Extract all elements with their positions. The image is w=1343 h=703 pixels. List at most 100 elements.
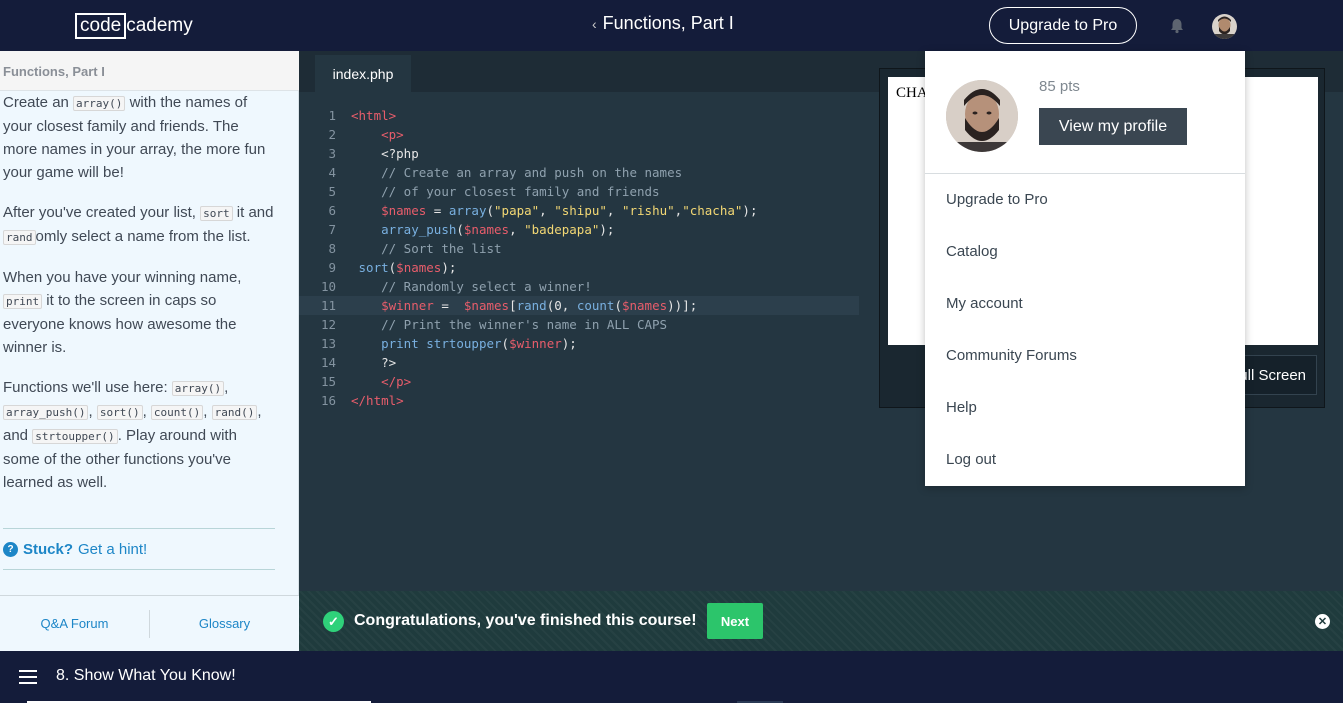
menu-item-my-account[interactable]: My account [946, 295, 1023, 312]
congrats-message: Congratulations, you've finished this co… [354, 612, 697, 629]
inline-code: sort [200, 206, 233, 221]
line-source: // Sort the list [351, 239, 502, 258]
instruction-text: omly select a name from the list. [35, 228, 251, 245]
congrats-banner: ✓ Congratulations, you've finished this … [299, 591, 1343, 651]
instructions-header-title: Functions, Part I [3, 64, 105, 79]
code-line[interactable]: 11 $winner = $names[rand(0, count($names… [299, 296, 859, 315]
code-line[interactable]: 5 // of your closest family and friends [299, 182, 859, 201]
glossary-link[interactable]: Glossary [150, 616, 299, 631]
line-source: <html> [351, 106, 396, 125]
points-label: 85 pts [1039, 78, 1080, 95]
line-source: ?> [351, 353, 396, 372]
code-line[interactable]: 10 // Randomly select a winner! [299, 277, 859, 296]
code-line[interactable]: 4 // Create an array and push on the nam… [299, 163, 859, 182]
code-token: $winner [381, 298, 434, 313]
code-token: ( [486, 203, 495, 218]
line-source: print strtoupper($winner); [351, 334, 577, 353]
inline-code: array() [73, 96, 126, 111]
code-line[interactable]: 7 array_push($names, "badepapa"); [299, 220, 859, 239]
hint-row[interactable]: ? Stuck? Get a hint! [3, 528, 275, 570]
code-line[interactable]: 8 // Sort the list [299, 239, 859, 258]
code-line[interactable]: 6 $names = array("papa", "shipu", "rishu… [299, 201, 859, 220]
unit-title[interactable]: 8. Show What You Know! [56, 667, 236, 685]
code-line[interactable]: 3 <?php [299, 144, 859, 163]
menu-item-upgrade[interactable]: Upgrade to Pro [946, 191, 1048, 208]
chevron-left-icon: ‹ [592, 15, 597, 32]
menu-item-help[interactable]: Help [946, 399, 977, 416]
logo-rest-text: cademy [126, 15, 193, 36]
line-number: 16 [320, 393, 336, 408]
inline-code: sort() [96, 405, 143, 420]
code-token: <p> [381, 127, 404, 142]
line-number: 15 [320, 374, 336, 389]
full-screen-button[interactable]: ull Screen [1237, 355, 1317, 395]
line-source: sort($names); [351, 258, 457, 277]
code-token: $names [621, 298, 668, 313]
qa-forum-link[interactable]: Q&A Forum [0, 616, 149, 631]
lesson-title-text: Functions, Part I [602, 13, 734, 33]
menu-item-log-out[interactable]: Log out [946, 451, 996, 468]
menu-item-community-forums[interactable]: Community Forums [946, 347, 1077, 364]
code-line[interactable]: 16 </html> [299, 391, 859, 410]
lesson-title[interactable]: ‹ Functions, Part I [592, 13, 734, 34]
line-number: 7 [328, 222, 336, 237]
line-number: 6 [328, 203, 336, 218]
code-line[interactable]: 13 print strtoupper($winner); [299, 334, 859, 353]
code-token: <?php [351, 146, 419, 161]
bell-icon[interactable] [1168, 17, 1186, 35]
check-icon: ✓ [323, 611, 344, 632]
line-source: // Print the winner's name in ALL CAPS [351, 315, 667, 334]
line-source: // Randomly select a winner! [351, 277, 592, 296]
instruction-paragraph: Functions we'll use here: array(), array… [3, 376, 275, 494]
user-avatar[interactable] [1212, 14, 1237, 39]
view-profile-button[interactable]: View my profile [1039, 108, 1187, 145]
line-number: 9 [328, 260, 336, 275]
code-token: , [606, 203, 622, 218]
code-token: </p> [381, 374, 412, 389]
code-token: ); [599, 222, 615, 237]
close-icon[interactable]: ✕ [1315, 614, 1330, 629]
hamburger-menu-icon[interactable] [19, 670, 37, 684]
menu-item-catalog[interactable]: Catalog [946, 243, 998, 260]
instruction-text: Create an [3, 94, 74, 111]
instruction-text: , [88, 403, 97, 420]
code-token: count [576, 298, 615, 313]
line-number: 2 [328, 127, 336, 142]
code-token: "chacha" [682, 203, 743, 218]
line-number: 8 [328, 241, 336, 256]
upgrade-to-pro-button[interactable]: Upgrade to Pro [989, 7, 1137, 44]
code-token: ))]; [667, 298, 698, 313]
code-token: , [539, 203, 555, 218]
code-line[interactable]: 1 <html> [299, 106, 859, 125]
profile-avatar[interactable] [946, 80, 1018, 152]
code-token: ( [501, 336, 510, 351]
code-token: ?> [351, 355, 397, 370]
inline-code: array() [171, 381, 225, 396]
code-token: = [433, 298, 464, 313]
code-token: // Sort the list [381, 241, 502, 256]
code-line[interactable]: 14 ?> [299, 353, 859, 372]
codecademy-logo[interactable]: code cademy [75, 13, 193, 39]
instruction-text: Functions we'll use here: [3, 379, 172, 396]
code-line[interactable]: 12 // Print the winner's name in ALL CAP… [299, 315, 859, 334]
instructions-panel: Functions, Part I Create an array() with… [0, 51, 299, 651]
line-number: 14 [320, 355, 336, 370]
file-tab-index-php[interactable]: index.php [315, 55, 411, 92]
next-button[interactable]: Next [707, 603, 763, 639]
code-token: "shipu" [554, 203, 607, 218]
code-line[interactable]: 2 <p> [299, 125, 859, 144]
line-source: <?php [351, 144, 419, 163]
code-line[interactable]: 9 sort($names); [299, 258, 859, 277]
get-hint-link[interactable]: Get a hint! [78, 541, 147, 558]
code-lines[interactable]: 1 <html> 2 <p> 3 <?php 4 // Create an array … [299, 106, 859, 410]
code-line[interactable]: 15 </p> [299, 372, 859, 391]
code-token: "papa" [494, 203, 540, 218]
